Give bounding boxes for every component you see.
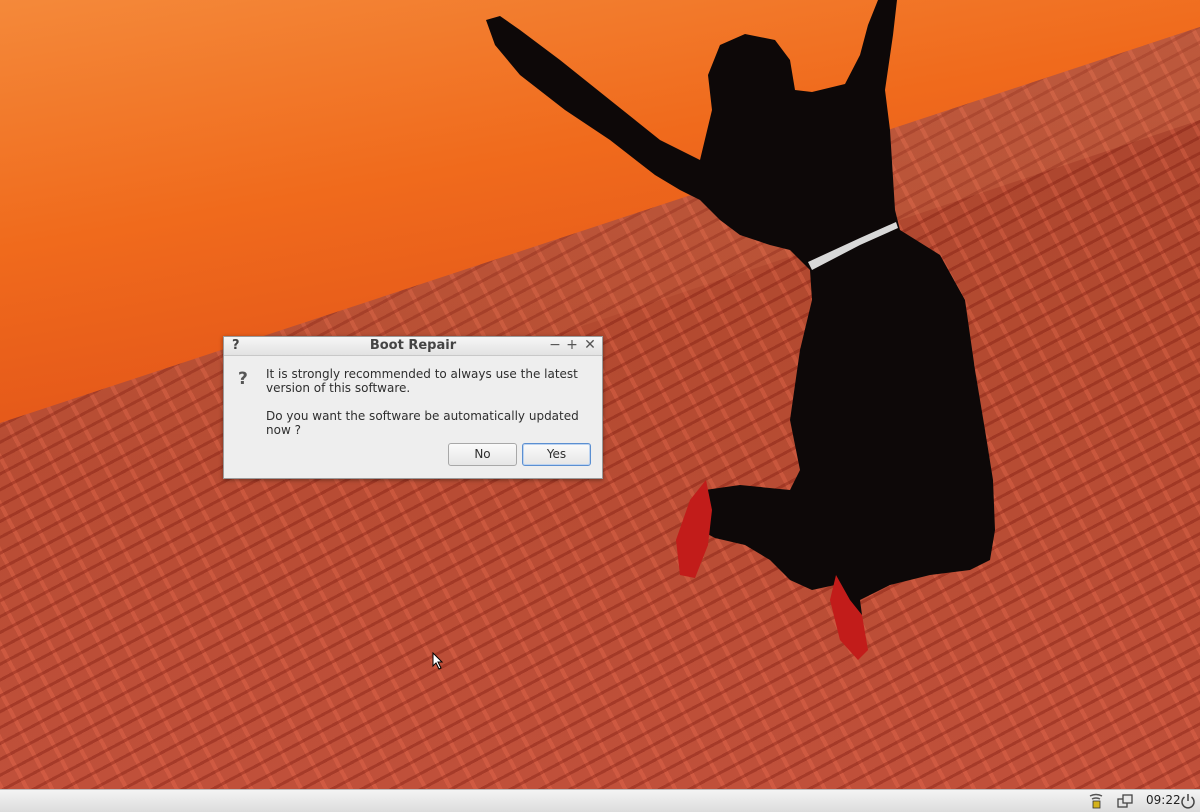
taskbar: 09:22 [0,789,1200,812]
minimize-button[interactable]: − [548,337,562,353]
dialog-title: Boot Repair [369,338,457,353]
clock[interactable]: 09:22 [1146,793,1181,807]
boot-repair-dialog: ? Boot Repair − + ✕ ? It is strongly rec… [223,336,603,479]
mouse-pointer-icon [432,652,444,670]
dialog-titlebar[interactable]: ? Boot Repair − + ✕ [224,337,602,356]
close-button[interactable]: ✕ [583,337,597,353]
yes-button[interactable]: Yes [522,443,591,466]
dialog-message-recommendation: It is strongly recommended to always use… [266,367,578,395]
maximize-button[interactable]: + [565,337,579,353]
no-button[interactable]: No [448,443,517,466]
power-icon[interactable] [1179,792,1197,810]
question-icon: ? [238,369,248,389]
dialog-message-question: Do you want the software be automaticall… [266,409,579,437]
network-icon[interactable] [1087,792,1105,810]
windows-icon[interactable] [1116,792,1134,810]
